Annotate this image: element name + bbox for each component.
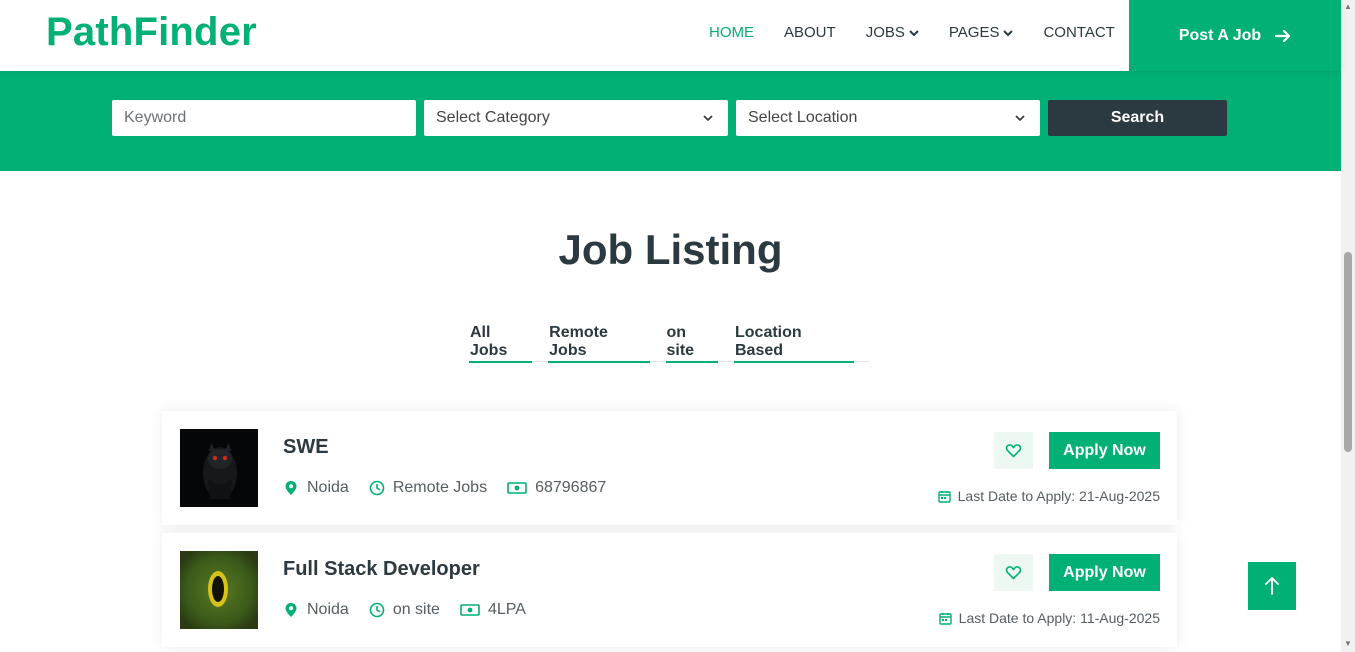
nav-home[interactable]: HOME <box>709 24 754 41</box>
job-location-text: Noida <box>307 601 349 618</box>
nav-contact-label: CONTACT <box>1043 24 1115 41</box>
job-type: on site <box>369 601 440 619</box>
job-location-text: Noida <box>307 479 349 496</box>
job-meta: Noida on site 4LPA <box>283 601 526 619</box>
owl-image <box>180 429 258 507</box>
nav-links: HOME ABOUT JOBS PAGES CONTACT <box>709 24 1115 41</box>
nav-about[interactable]: ABOUT <box>784 24 836 41</box>
nav-home-label: HOME <box>709 24 754 41</box>
job-title[interactable]: SWE <box>283 436 329 459</box>
money-bill-icon <box>507 482 527 494</box>
chevron-down-icon <box>1015 115 1025 122</box>
arrow-up-icon <box>1265 577 1279 595</box>
location-select-label: Select Location <box>748 109 858 126</box>
search-button[interactable]: Search <box>1048 100 1227 136</box>
favorite-button[interactable] <box>994 554 1033 591</box>
scroll-up-arrow-icon[interactable]: ▲ <box>1344 3 1352 11</box>
search-band: Keyword Select Category Select Location … <box>0 71 1341 171</box>
apply-now-button[interactable]: Apply Now <box>1049 432 1160 469</box>
clock-icon <box>369 602 385 618</box>
tab-location-based[interactable]: Location Based <box>734 324 854 363</box>
location-select[interactable]: Select Location <box>736 100 1040 136</box>
nav-jobs-label: JOBS <box>865 24 905 41</box>
money-bill-icon <box>460 604 480 616</box>
job-thumbnail <box>180 429 258 507</box>
chevron-down-icon <box>909 29 919 36</box>
deadline-text: Last Date to Apply: 11-Aug-2025 <box>958 610 1160 626</box>
nav-pages[interactable]: PAGES <box>949 24 1014 41</box>
category-select[interactable]: Select Category <box>424 100 728 136</box>
favorite-button[interactable] <box>994 432 1033 469</box>
heart-icon <box>1005 444 1022 458</box>
category-select-label: Select Category <box>436 109 550 126</box>
calendar-icon <box>938 612 952 625</box>
page: PathFinder HOME ABOUT JOBS PAGES CONTACT… <box>0 0 1355 652</box>
apply-now-button[interactable]: Apply Now <box>1049 554 1160 591</box>
job-thumbnail <box>180 551 258 629</box>
map-pin-icon <box>285 603 297 617</box>
page-scrollbar[interactable]: ▲ ▼ <box>1341 0 1355 652</box>
job-type-text: on site <box>392 601 440 618</box>
brand-logo[interactable]: PathFinder <box>46 10 257 55</box>
keyword-placeholder: Keyword <box>124 109 187 126</box>
job-filter-tabs: All Jobs Remote Jobs on site Location Ba… <box>469 324 870 363</box>
tab-all-jobs[interactable]: All Jobs <box>469 324 533 363</box>
job-type: Remote Jobs <box>369 479 487 497</box>
clock-icon <box>369 480 385 496</box>
tab-remote-jobs[interactable]: Remote Jobs <box>548 324 650 363</box>
post-job-button[interactable]: Post A Job <box>1129 0 1341 71</box>
job-salary-text: 68796867 <box>535 479 607 496</box>
job-meta: Noida Remote Jobs 68796867 <box>283 479 606 497</box>
deadline: Last Date to Apply: 21-Aug-2025 <box>937 488 1160 504</box>
job-card[interactable]: SWE Noida Remote Jobs 68796867 Apply Now… <box>162 411 1177 525</box>
map-pin-icon <box>285 481 297 495</box>
job-card[interactable]: Full Stack Developer Noida on site 4LPA … <box>162 533 1177 647</box>
job-title[interactable]: Full Stack Developer <box>283 558 480 581</box>
job-salary: 4LPA <box>460 601 526 619</box>
tab-on-site[interactable]: on site <box>665 324 719 363</box>
nav-contact[interactable]: CONTACT <box>1043 24 1114 41</box>
chevron-down-icon <box>1003 29 1014 36</box>
deadline-text: Last Date to Apply: 21-Aug-2025 <box>957 488 1160 504</box>
heart-icon <box>1005 566 1022 580</box>
nav-about-label: ABOUT <box>784 24 836 41</box>
calendar-icon <box>937 490 951 503</box>
top-navbar: PathFinder HOME ABOUT JOBS PAGES CONTACT… <box>0 0 1341 71</box>
chevron-down-icon <box>703 115 713 122</box>
section-title: Job Listing <box>558 226 783 273</box>
job-salary-text: 4LPA <box>487 601 526 618</box>
arrow-right-icon <box>1275 29 1291 42</box>
back-to-top-button[interactable] <box>1248 562 1296 610</box>
deadline: Last Date to Apply: 11-Aug-2025 <box>938 610 1160 626</box>
job-salary: 68796867 <box>507 479 606 497</box>
job-location: Noida <box>283 479 349 497</box>
nav-pages-label: PAGES <box>948 24 1000 41</box>
green-glow-image <box>180 551 258 629</box>
job-location: Noida <box>283 601 349 619</box>
scroll-down-arrow-icon[interactable]: ▼ <box>1344 640 1352 648</box>
scrollbar-thumb[interactable] <box>1344 252 1352 452</box>
keyword-input[interactable]: Keyword <box>112 100 416 136</box>
nav-jobs[interactable]: JOBS <box>866 24 919 41</box>
job-type-text: Remote Jobs <box>392 479 488 496</box>
post-job-label: Post A Job <box>1178 26 1262 44</box>
